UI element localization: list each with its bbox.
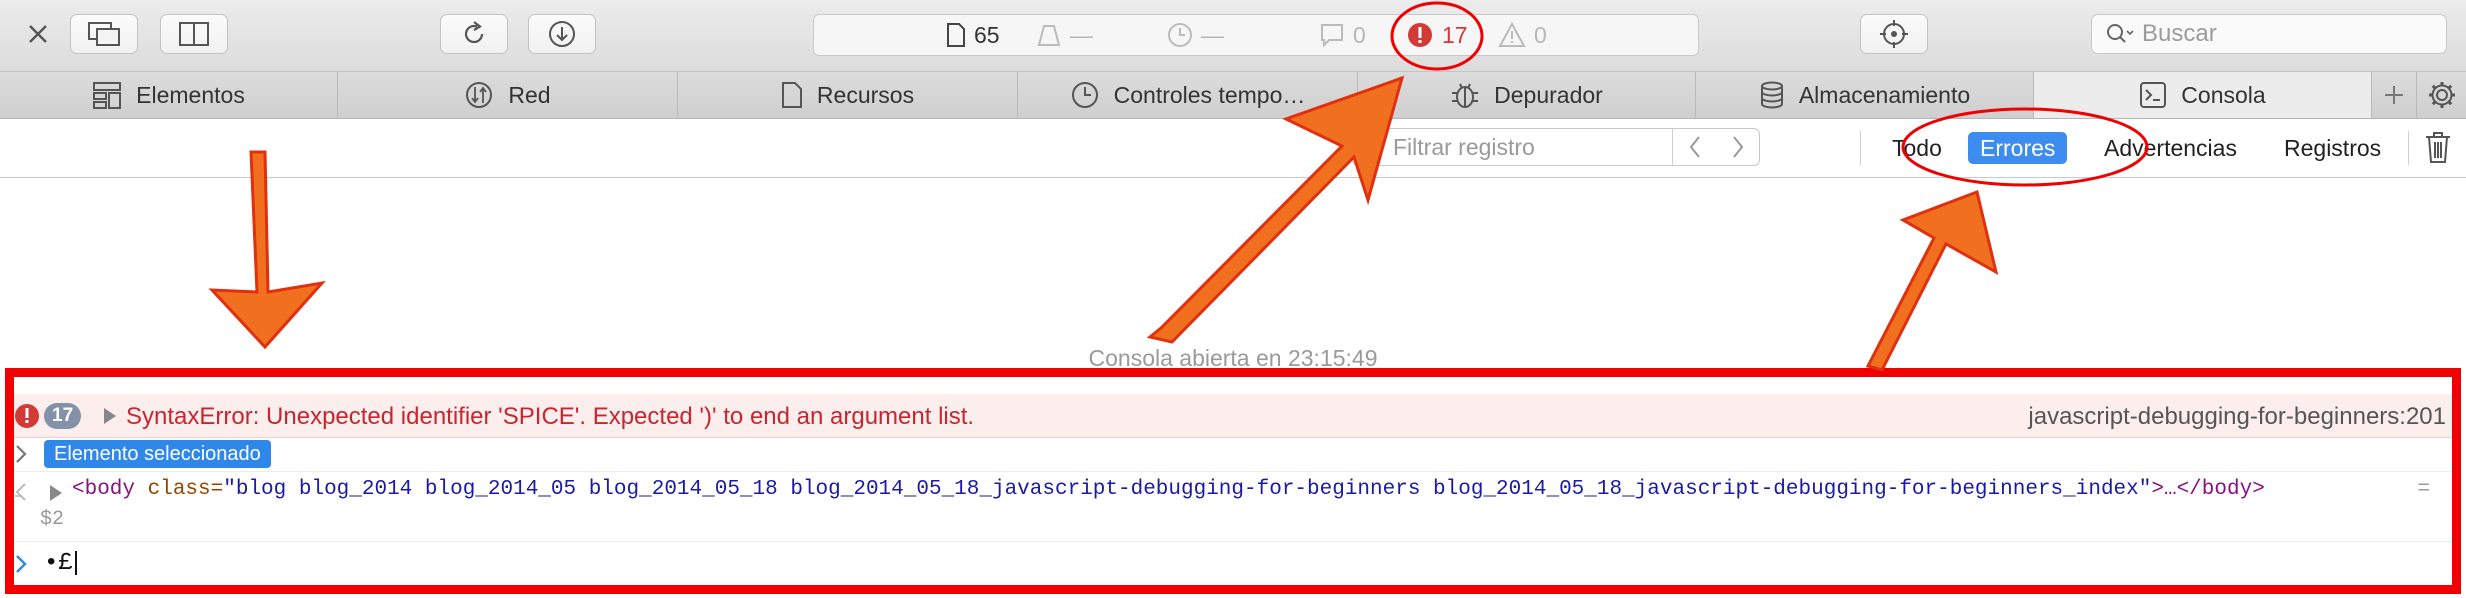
tab-storage[interactable]: Almacenamiento <box>1696 72 2034 118</box>
network-icon <box>466 82 493 108</box>
filter-all-button[interactable]: Todo <box>1880 132 1954 164</box>
logs-stat[interactable]: 0 <box>1319 15 1366 55</box>
selected-element-badge: Elemento seleccionado <box>44 440 271 468</box>
disclosure-triangle-icon[interactable] <box>102 407 118 425</box>
filter-logs-button[interactable]: Registros <box>2272 132 2393 164</box>
next-icon[interactable] <box>1729 134 1747 160</box>
dock-side-button[interactable] <box>160 14 228 54</box>
toolbar: 65 — — 0 17 0 Buscar <box>0 0 2466 72</box>
resources-count: 65 <box>974 21 1000 48</box>
tab-console[interactable]: Consola <box>2034 72 2372 118</box>
filter-errors-button[interactable]: Errores <box>1968 132 2068 164</box>
console-result-row[interactable]: <body class="blog blog_2014 blog_2014_05… <box>14 472 2452 542</box>
error-count: 17 <box>1442 21 1468 48</box>
time-stat[interactable]: — <box>1167 15 1224 55</box>
resources-icon <box>781 82 802 108</box>
text-caret <box>74 550 77 575</box>
debugger-icon <box>1452 83 1479 108</box>
errors-stat[interactable]: 17 <box>1406 15 1468 55</box>
selected-element-row: Elemento seleccionado <box>14 438 2452 472</box>
plus-icon <box>2385 86 2403 104</box>
console-error-message[interactable]: 17 SyntaxError: Unexpected identifier 'S… <box>14 394 2452 438</box>
clock-icon <box>1168 23 1192 47</box>
message-icon <box>1321 24 1343 48</box>
filter-search-icon <box>1363 137 1382 156</box>
error-icon <box>15 404 39 428</box>
detach-window-button[interactable] <box>70 14 138 54</box>
timelines-icon <box>1071 82 1098 108</box>
reload-icon <box>464 21 484 44</box>
result-arrow-icon <box>15 483 26 501</box>
console-prompt[interactable]: •£ <box>14 542 2452 585</box>
chevron-right-icon <box>16 445 27 463</box>
split-view-icon <box>179 22 209 46</box>
resources-stat[interactable]: 65 <box>946 15 1000 55</box>
close-icon[interactable] <box>18 14 58 54</box>
weight-icon <box>1037 25 1061 46</box>
tab-bar: Elementos Red Recursos Controles tempo… … <box>0 72 2466 119</box>
inspect-element-button[interactable] <box>1860 14 1928 54</box>
trash-icon <box>2426 132 2450 163</box>
error-icon <box>1408 23 1432 47</box>
down-arrow-annotation <box>208 150 326 350</box>
search-icon <box>2107 24 2134 43</box>
console-output-highlight: 17 SyntaxError: Unexpected identifier 'S… <box>5 368 2461 594</box>
divider <box>1860 131 1861 165</box>
tab-resources[interactable]: Recursos <box>678 72 1018 118</box>
tab-timelines[interactable]: Controles tempo… <box>1018 72 1358 118</box>
elements-icon <box>93 82 122 109</box>
result-ref: $2 <box>40 508 65 531</box>
tab-elements[interactable]: Elementos <box>0 72 338 118</box>
console-icon <box>2140 82 2167 108</box>
filter-log-input[interactable]: Filtrar registro <box>1352 128 1760 166</box>
prompt-chevron-icon <box>16 555 27 573</box>
result-equals: = <box>2417 478 2430 501</box>
download-icon <box>549 21 575 47</box>
prompt-input[interactable]: •£ <box>44 550 77 577</box>
storage-icon <box>1760 81 1783 109</box>
body-element-node[interactable]: <body class="blog blog_2014 blog_2014_05… <box>72 478 2265 501</box>
add-tab-button[interactable] <box>2372 72 2417 118</box>
console-filter-bar: Filtrar registro Todo Errores Advertenci… <box>0 119 2466 178</box>
error-text: SyntaxError: Unexpected identifier 'SPIC… <box>126 403 975 430</box>
tab-network[interactable]: Red <box>338 72 678 118</box>
filter-warnings-button[interactable]: Advertencias <box>2092 132 2249 164</box>
errors-filter-arrow-annotation <box>1865 189 1999 372</box>
download-button[interactable] <box>528 14 596 54</box>
previous-icon[interactable] <box>1686 134 1704 160</box>
search-placeholder: Buscar <box>2142 20 2217 47</box>
settings-button[interactable] <box>2420 72 2464 118</box>
detach-icon <box>88 22 120 46</box>
disclosure-triangle-icon[interactable] <box>48 484 64 502</box>
repeat-count-badge: 17 <box>44 403 82 429</box>
error-source-link[interactable]: javascript-debugging-for-beginners:201 <box>2028 403 2446 431</box>
filter-placeholder: Filtrar registro <box>1393 133 1535 160</box>
search-input[interactable]: Buscar <box>2091 14 2447 54</box>
warning-icon <box>1498 22 1526 47</box>
gear-icon <box>2429 82 2455 108</box>
warnings-stat[interactable]: 0 <box>1498 15 1547 55</box>
size-stat[interactable]: — <box>1036 15 1093 55</box>
reload-button[interactable] <box>440 14 508 54</box>
clear-console-button[interactable] <box>2424 131 2452 170</box>
document-icon <box>947 23 965 47</box>
crosshair-icon <box>1880 20 1908 48</box>
tab-debugger[interactable]: Depurador <box>1358 72 1696 118</box>
divider <box>2408 131 2409 165</box>
activity-status-bar: 65 — — 0 17 0 <box>813 14 1699 56</box>
